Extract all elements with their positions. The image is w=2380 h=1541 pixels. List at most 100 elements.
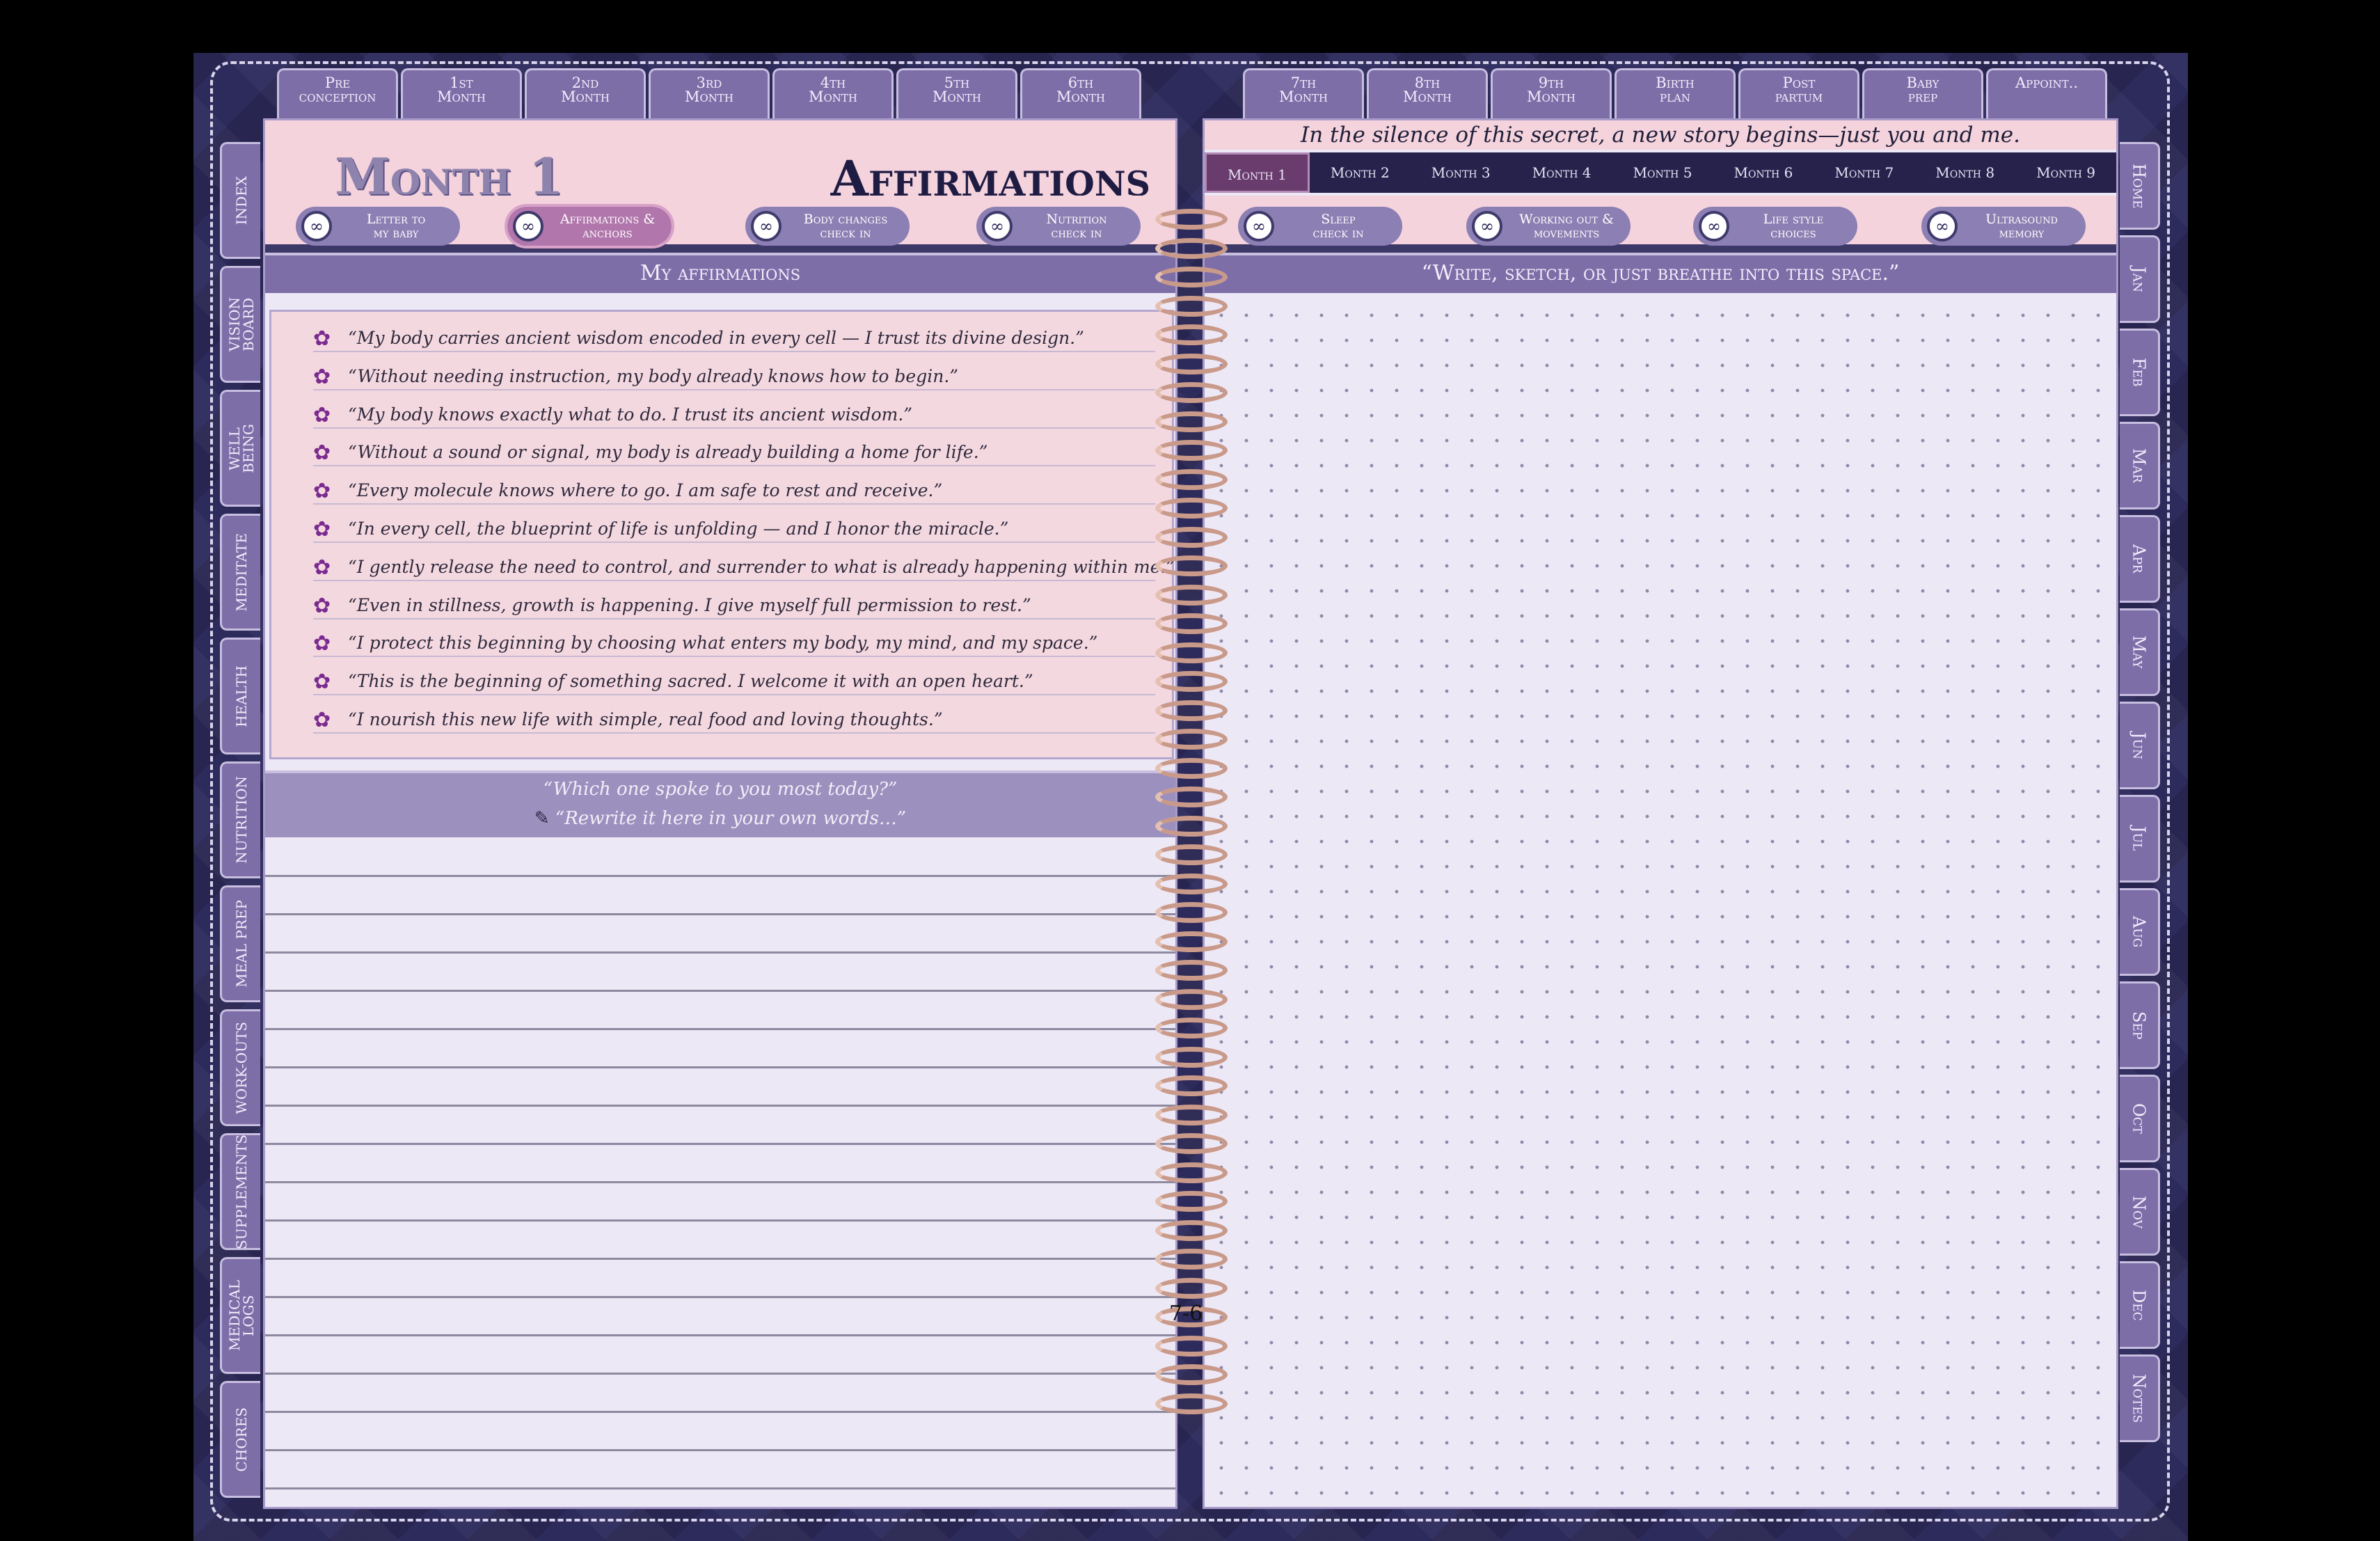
month-tab-11[interactable]: Nov [2120,1168,2160,1256]
top-tab-left-2[interactable]: 2nd Month [525,68,646,118]
side-tab-10[interactable]: Chores [220,1381,260,1498]
link-button-2[interactable]: ∞ Body changes check in [745,207,910,246]
right-page: In the silence of this secret, a new sto… [1203,118,2118,1509]
side-tab-5[interactable]: Nutrition [220,761,260,878]
top-tab-right-4[interactable]: Post partum [1738,68,1859,118]
top-tab-left-0[interactable]: Pre conception [277,68,398,118]
month-tab-6[interactable]: Jun [2120,702,2160,789]
month-tab-label: Home [2129,163,2149,209]
affirmation-item: ✿ “Without needing instruction, my body a… [313,353,1155,390]
top-tab-left-5[interactable]: 5th Month [896,68,1017,118]
side-tab-0[interactable]: Index [220,142,260,259]
side-tab-2[interactable]: Well Being [220,390,260,507]
month-tab-9[interactable]: Sep [2120,981,2160,1069]
month-tab-1[interactable]: Jan [2120,235,2160,323]
month-nav-item-8[interactable]: Month 8 [1914,152,2015,193]
spiral-ring [1155,237,1228,259]
side-tab-label: Well Being [225,423,257,473]
side-tab-label: Nutrition [232,776,250,864]
month-tab-label: Jan [2129,266,2149,292]
side-tab-9[interactable]: Medical Logs [220,1257,260,1374]
month-tab-3[interactable]: Mar [2120,422,2160,509]
month-tab-12[interactable]: Dec [2120,1261,2160,1349]
spiral-ring [1155,411,1228,432]
affirmation-item: ✿ “Even in stillness, growth is happening… [313,582,1155,619]
link-button-2[interactable]: ∞ Life style choices [1693,207,1857,246]
dot-grid-area[interactable] [1209,303,2112,1504]
top-tab-left-3[interactable]: 3rd Month [649,68,770,118]
affirmation-text: “I gently release the need to control, a… [348,556,1175,577]
writing-lines[interactable] [265,839,1175,1507]
link-label: Life style choices [1763,212,1824,241]
link-button-3[interactable]: ∞ Nutrition check in [976,207,1141,246]
month-tab-8[interactable]: Aug [2120,888,2160,976]
link-label: Working out & movements [1519,212,1614,241]
affirmation-text: “I protect this beginning by choosing wh… [348,633,1098,654]
side-tab-1[interactable]: Vision Board [220,266,260,383]
link-button-3[interactable]: ∞ Ultrasound memory [1921,207,2086,246]
month-nav-item-1[interactable]: Month 1 [1205,152,1310,193]
top-tab-right-5[interactable]: Baby prep [1862,68,1983,118]
link-label: Body changes check in [803,212,888,241]
spiral-ring [1155,498,1228,519]
spiral-binding [1155,209,1228,1420]
link-icon: ∞ [1472,211,1502,242]
month-tab-label: Jul [2129,826,2149,851]
spiral-ring [1155,1133,1228,1154]
side-tab-3[interactable]: Meditate [220,514,260,631]
month-nav-item-7[interactable]: Month 7 [1814,152,1914,193]
link-button-0[interactable]: ∞ Letter to my baby [296,207,460,246]
flower-icon: ✿ [313,517,331,542]
affirmation-text: “Without needing instruction, my body al… [348,365,959,386]
flower-icon: ✿ [313,364,331,389]
spiral-ring [1155,324,1228,345]
left-page: Month 1 Affirmations ∞ Letter to my baby ∞… [263,118,1177,1509]
side-tab-label: Index [232,175,250,226]
affirmations-list: ✿ “My body carries ancient wisdom encoded… [269,310,1175,759]
month-nav-item-4[interactable]: Month 4 [1512,152,1612,193]
top-tab-right-1[interactable]: 8th Month [1367,68,1488,118]
month-tab-5[interactable]: May [2120,608,2160,696]
top-tabs-right: 7th Month 8th Month 9th Month Birth plan Pos… [1243,68,2107,118]
spiral-ring [1155,584,1228,606]
month-tab-4[interactable]: Apr [2120,515,2160,603]
spiral-ring [1155,931,1228,952]
spiral-ring [1155,1046,1228,1068]
link-label: Letter to my baby [366,212,426,241]
top-tab-left-4[interactable]: 4th Month [772,68,894,118]
top-tab-left-1[interactable]: 1st Month [401,68,522,118]
side-tab-label: Health [232,665,250,727]
link-icon: ∞ [513,211,544,242]
side-tab-4[interactable]: Health [220,638,260,754]
month-nav-item-2[interactable]: Month 2 [1310,152,1411,193]
top-tab-right-0[interactable]: 7th Month [1243,68,1364,118]
link-label: Ultrasound memory [1985,212,2058,241]
side-tab-label: Meal Prep [232,900,250,988]
link-button-0[interactable]: ∞ Sleep check in [1238,207,1402,246]
top-tab-right-3[interactable]: Birth plan [1615,68,1736,118]
month-nav-item-6[interactable]: Month 6 [1713,152,1814,193]
month-tab-13[interactable]: Notes [2120,1354,2160,1442]
month-tab-7[interactable]: Jul [2120,795,2160,883]
side-tab-7[interactable]: Work-outs [220,1009,260,1126]
top-tab-right-6[interactable]: Appoint.. [1986,68,2107,118]
month-tab-2[interactable]: Feb [2120,329,2160,416]
side-tab-8[interactable]: Supplements [220,1133,260,1250]
month-tab-0[interactable]: Home [2120,142,2160,230]
page-number: 7-6 [1169,1302,1203,1326]
affirmation-item: ✿ “Without a sound or signal, my body is … [313,429,1155,467]
spiral-ring [1155,1162,1228,1183]
month-tab-label: Feb [2129,358,2149,387]
top-tab-right-2[interactable]: 9th Month [1491,68,1612,118]
month-nav-item-5[interactable]: Month 5 [1612,152,1713,193]
side-tab-6[interactable]: Meal Prep [220,885,260,1002]
affirmation-text: “Every molecule knows where to go. I am … [348,480,943,501]
top-tab-left-6[interactable]: 6th Month [1020,68,1141,118]
link-button-1[interactable]: ∞ Working out & movements [1466,207,1631,246]
link-button-1[interactable]: ∞ Affirmations & anchors [505,204,674,248]
month-nav-item-3[interactable]: Month 3 [1411,152,1512,193]
month-tab-10[interactable]: Oct [2120,1075,2160,1162]
month-tab-label: Notes [2129,1373,2149,1423]
month-tab-label: Jun [2129,732,2149,759]
month-nav-item-9[interactable]: Month 9 [2015,152,2116,193]
